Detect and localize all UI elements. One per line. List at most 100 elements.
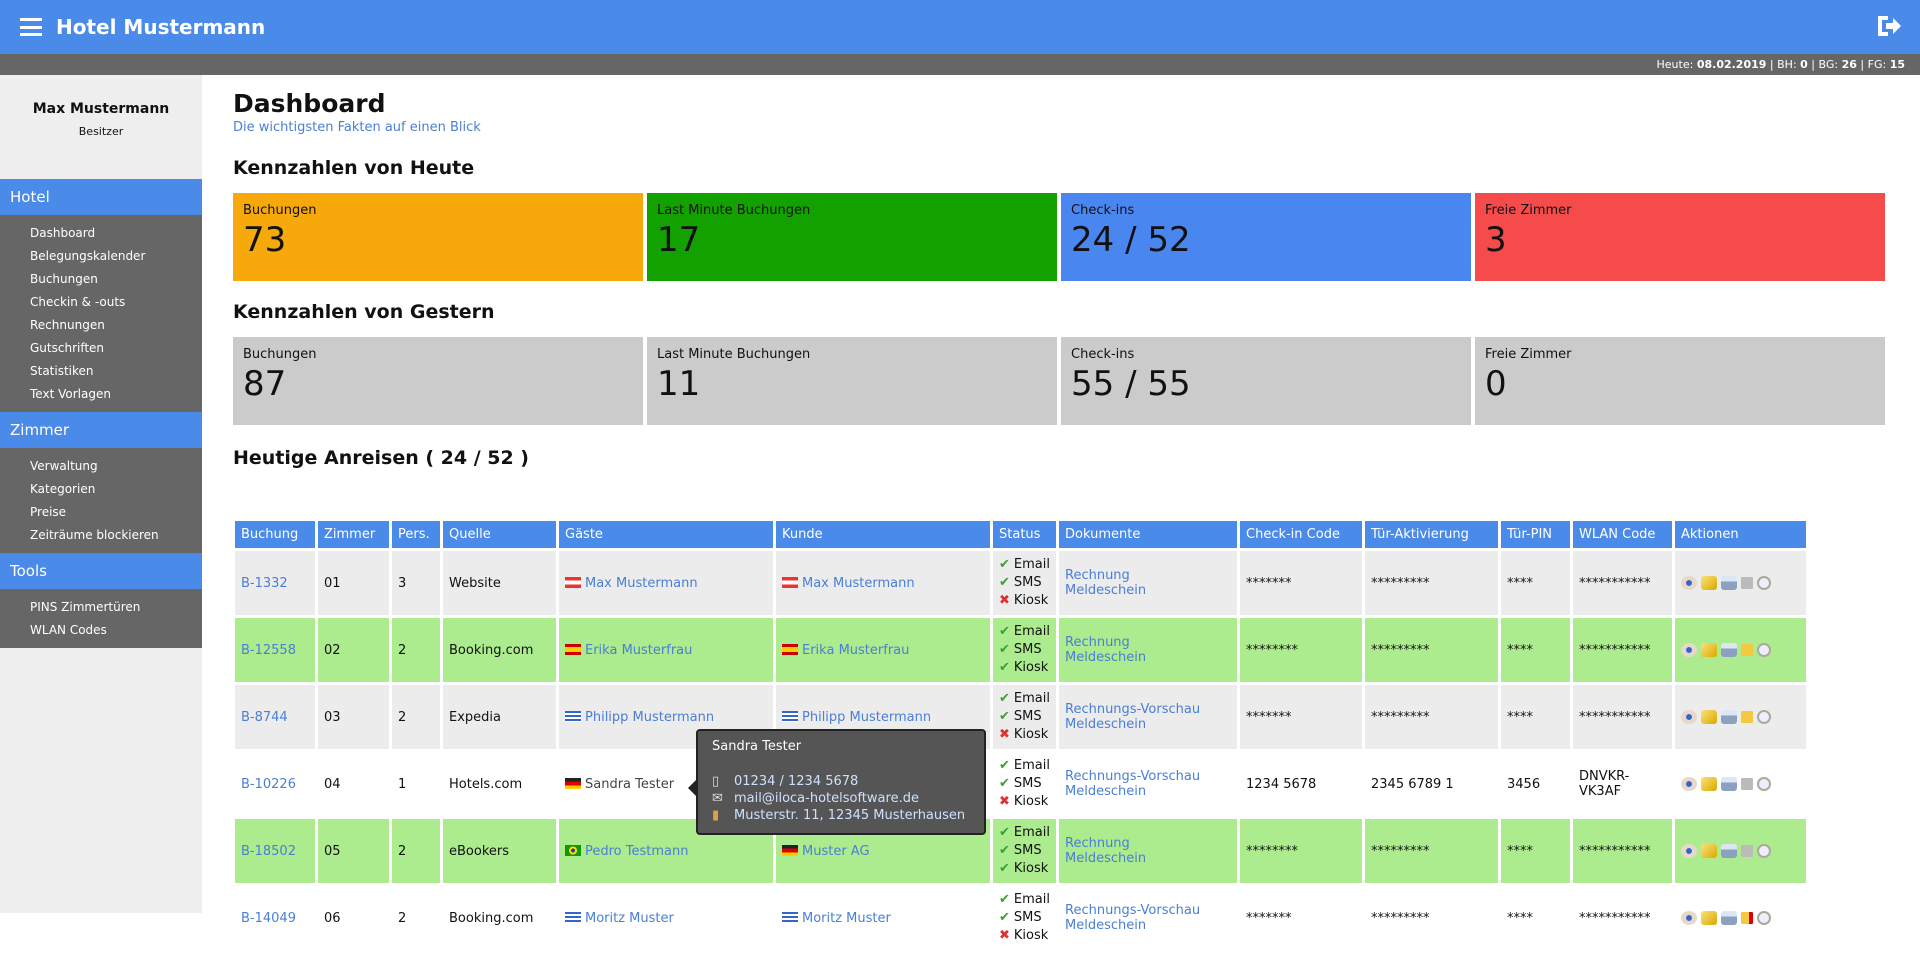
print-icon[interactable] <box>1721 576 1737 590</box>
guest-link[interactable]: Sandra Tester <box>585 777 674 792</box>
booking-link[interactable]: B-8744 <box>241 710 288 725</box>
customer-link[interactable]: Philipp Mustermann <box>802 710 931 725</box>
print-icon[interactable] <box>1721 777 1737 791</box>
column-header[interactable]: Aktionen <box>1675 521 1806 548</box>
column-header[interactable]: Tür-Aktivierung <box>1365 521 1498 548</box>
document-link[interactable]: Meldeschein <box>1065 851 1231 866</box>
check-icon: ✔ <box>999 825 1010 840</box>
print-icon[interactable] <box>1721 710 1737 724</box>
key-icon[interactable] <box>1701 844 1717 858</box>
sidebar-item[interactable]: Zeiträume blockieren <box>0 524 202 547</box>
key-icon[interactable] <box>1701 643 1717 657</box>
sidebar-item[interactable]: Belegungskalender <box>0 245 202 268</box>
view-icon[interactable] <box>1681 576 1697 590</box>
sidebar-section-tools[interactable]: Tools <box>0 553 202 589</box>
note-icon[interactable] <box>1741 644 1753 656</box>
document-link[interactable]: Meldeschein <box>1065 583 1231 598</box>
sidebar-item[interactable]: Rechnungen <box>0 314 202 337</box>
column-header[interactable]: Status <box>993 521 1056 548</box>
print-icon[interactable] <box>1721 643 1737 657</box>
view-icon[interactable] <box>1681 777 1697 791</box>
document-link[interactable]: Rechnung <box>1065 568 1231 583</box>
key-icon[interactable] <box>1701 576 1717 590</box>
column-header[interactable]: WLAN Code <box>1573 521 1672 548</box>
view-icon[interactable] <box>1681 643 1697 657</box>
column-header[interactable]: Buchung <box>235 521 315 548</box>
logout-icon[interactable] <box>1876 14 1902 38</box>
document-link[interactable]: Rechnung <box>1065 836 1231 851</box>
note-icon[interactable] <box>1741 711 1753 723</box>
view-icon[interactable] <box>1681 911 1697 925</box>
customer-link[interactable]: Muster AG <box>802 844 870 859</box>
sidebar-item[interactable]: Dashboard <box>0 222 202 245</box>
view-icon[interactable] <box>1681 710 1697 724</box>
page-subtitle: Die wichtigsten Fakten auf einen Blick <box>233 120 481 135</box>
note-icon[interactable] <box>1741 845 1753 857</box>
document-link[interactable]: Meldeschein <box>1065 918 1231 933</box>
sidebar-item[interactable]: Statistiken <box>0 360 202 383</box>
document-link[interactable]: Rechnungs-Vorschau <box>1065 903 1231 918</box>
sidebar-item[interactable]: Buchungen <box>0 268 202 291</box>
note-icon[interactable] <box>1741 778 1753 790</box>
document-link[interactable]: Meldeschein <box>1065 784 1231 799</box>
customer-link[interactable]: Max Mustermann <box>802 576 915 591</box>
guest-link[interactable]: Philipp Mustermann <box>585 710 714 725</box>
column-header[interactable]: Tür-PIN <box>1501 521 1570 548</box>
status-item: ✔ Email <box>999 623 1050 641</box>
note-icon[interactable] <box>1741 577 1753 589</box>
sidebar-item[interactable]: PINS Zimmertüren <box>0 596 202 619</box>
cell-pin: **** <box>1501 819 1570 883</box>
print-icon[interactable] <box>1721 844 1737 858</box>
column-header[interactable]: Dokumente <box>1059 521 1237 548</box>
document-link[interactable]: Rechnung <box>1065 635 1231 650</box>
sidebar-item[interactable]: Checkin & -outs <box>0 291 202 314</box>
sidebar-item[interactable]: Text Vorlagen <box>0 383 202 406</box>
print-icon[interactable] <box>1721 911 1737 925</box>
booking-link[interactable]: B-12558 <box>241 643 296 658</box>
tooltip-email[interactable]: mail@iloca-hotelsoftware.de <box>734 791 919 806</box>
column-header[interactable]: Kunde <box>776 521 990 548</box>
key-icon[interactable] <box>1701 911 1717 925</box>
column-header[interactable]: Quelle <box>443 521 556 548</box>
sidebar-item[interactable]: WLAN Codes <box>0 619 202 642</box>
sidebar-item[interactable]: Gutschriften <box>0 337 202 360</box>
sidebar-section-hotel[interactable]: Hotel <box>0 179 202 215</box>
guest-link[interactable]: Max Mustermann <box>585 576 698 591</box>
column-header[interactable]: Zimmer <box>318 521 389 548</box>
customer-link[interactable]: Erika Musterfrau <box>802 643 909 658</box>
booking-link[interactable]: B-10226 <box>241 777 296 792</box>
guest-link[interactable]: Pedro Testmann <box>585 844 688 859</box>
table-row: B-12558 02 2 Booking.com Erika Musterfrau Eri… <box>235 618 1806 682</box>
column-header[interactable]: Check-in Code <box>1240 521 1362 548</box>
sidebar-item[interactable]: Verwaltung <box>0 455 202 478</box>
guest-link[interactable]: Erika Musterfrau <box>585 643 692 658</box>
view-icon[interactable] <box>1681 844 1697 858</box>
flag-icon <box>565 844 581 856</box>
document-link[interactable]: Rechnungs-Vorschau <box>1065 769 1231 784</box>
clock-icon[interactable] <box>1757 844 1771 858</box>
menu-icon[interactable] <box>20 18 42 36</box>
clock-icon[interactable] <box>1757 777 1771 791</box>
booking-link[interactable]: B-18502 <box>241 844 296 859</box>
key-icon[interactable] <box>1701 710 1717 724</box>
column-header[interactable]: Pers. <box>392 521 440 548</box>
status-label: Kiosk <box>1013 928 1049 943</box>
booking-link[interactable]: B-1332 <box>241 576 288 591</box>
cell-documents: Rechnungs-Vorschau Meldeschein <box>1059 886 1237 950</box>
sidebar-section-zimmer[interactable]: Zimmer <box>0 412 202 448</box>
note-icon[interactable] <box>1741 912 1753 924</box>
clock-icon[interactable] <box>1757 911 1771 925</box>
clock-icon[interactable] <box>1757 576 1771 590</box>
document-link[interactable]: Meldeschein <box>1065 650 1231 665</box>
sidebar-items: Dashboard Belegungskalender Buchungen Check… <box>0 215 202 412</box>
document-link[interactable]: Meldeschein <box>1065 717 1231 732</box>
table-row: B-18502 05 2 eBookers Pedro Testmann Muster A… <box>235 819 1806 883</box>
document-link[interactable]: Rechnungs-Vorschau <box>1065 702 1231 717</box>
key-icon[interactable] <box>1701 777 1717 791</box>
sidebar-item[interactable]: Kategorien <box>0 478 202 501</box>
clock-icon[interactable] <box>1757 643 1771 657</box>
status-label: Email <box>1013 624 1050 639</box>
clock-icon[interactable] <box>1757 710 1771 724</box>
sidebar-item[interactable]: Preise <box>0 501 202 524</box>
column-header[interactable]: Gäste <box>559 521 773 548</box>
